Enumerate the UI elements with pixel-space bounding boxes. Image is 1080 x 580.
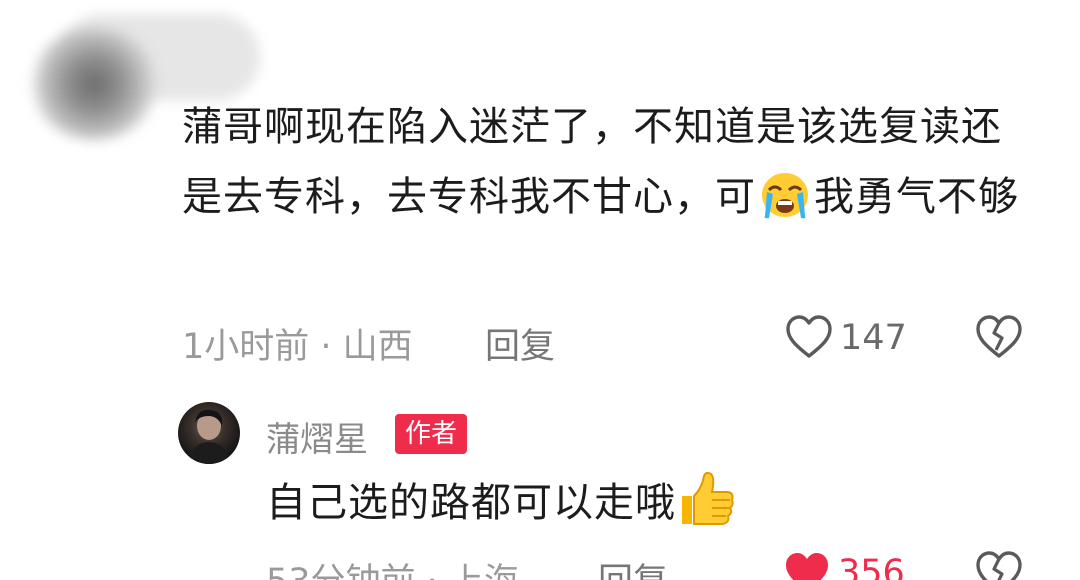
reply-reply-button[interactable]: 回复 bbox=[598, 553, 668, 580]
like-heart-icon[interactable] bbox=[785, 314, 833, 360]
author-badge: 作者 bbox=[395, 414, 468, 454]
reply-like-count: 356 bbox=[838, 553, 905, 580]
reply-text: 自己选的路都可以走哦 bbox=[266, 470, 736, 535]
author-avatar[interactable] bbox=[178, 402, 240, 464]
comment-time-location: 1小时前 · 山西 bbox=[182, 327, 413, 367]
dislike-broken-heart-icon[interactable] bbox=[975, 314, 1023, 360]
author-name[interactable]: 蒲熠星 bbox=[266, 412, 368, 461]
comment-thread: 蒲哥啊现在陷入迷茫了，不知道是该选复读还是去专科，去专科我不甘心，可 我勇气不够… bbox=[0, 0, 1080, 580]
comment-reply-button[interactable]: 回复 bbox=[485, 318, 555, 369]
blurred-avatar[interactable] bbox=[28, 28, 160, 140]
reply-text-content: 自己选的路都可以走哦 bbox=[266, 480, 676, 526]
reply-time-location: 53分钟前 · 上海 bbox=[266, 553, 519, 580]
author-portrait-icon bbox=[188, 409, 230, 464]
liked-heart-icon[interactable] bbox=[783, 550, 831, 580]
thumbs-up-emoji-icon bbox=[682, 471, 734, 525]
crying-face-emoji-icon bbox=[762, 173, 808, 219]
comment-text: 蒲哥啊现在陷入迷茫了，不知道是该选复读还是去专科，去专科我不甘心，可 我勇气不够 bbox=[182, 92, 1022, 232]
comment-like-count: 147 bbox=[840, 318, 907, 358]
reply-dislike-broken-heart-icon[interactable] bbox=[975, 550, 1023, 580]
comment-text-part2: 我勇气不够 bbox=[814, 174, 1019, 220]
